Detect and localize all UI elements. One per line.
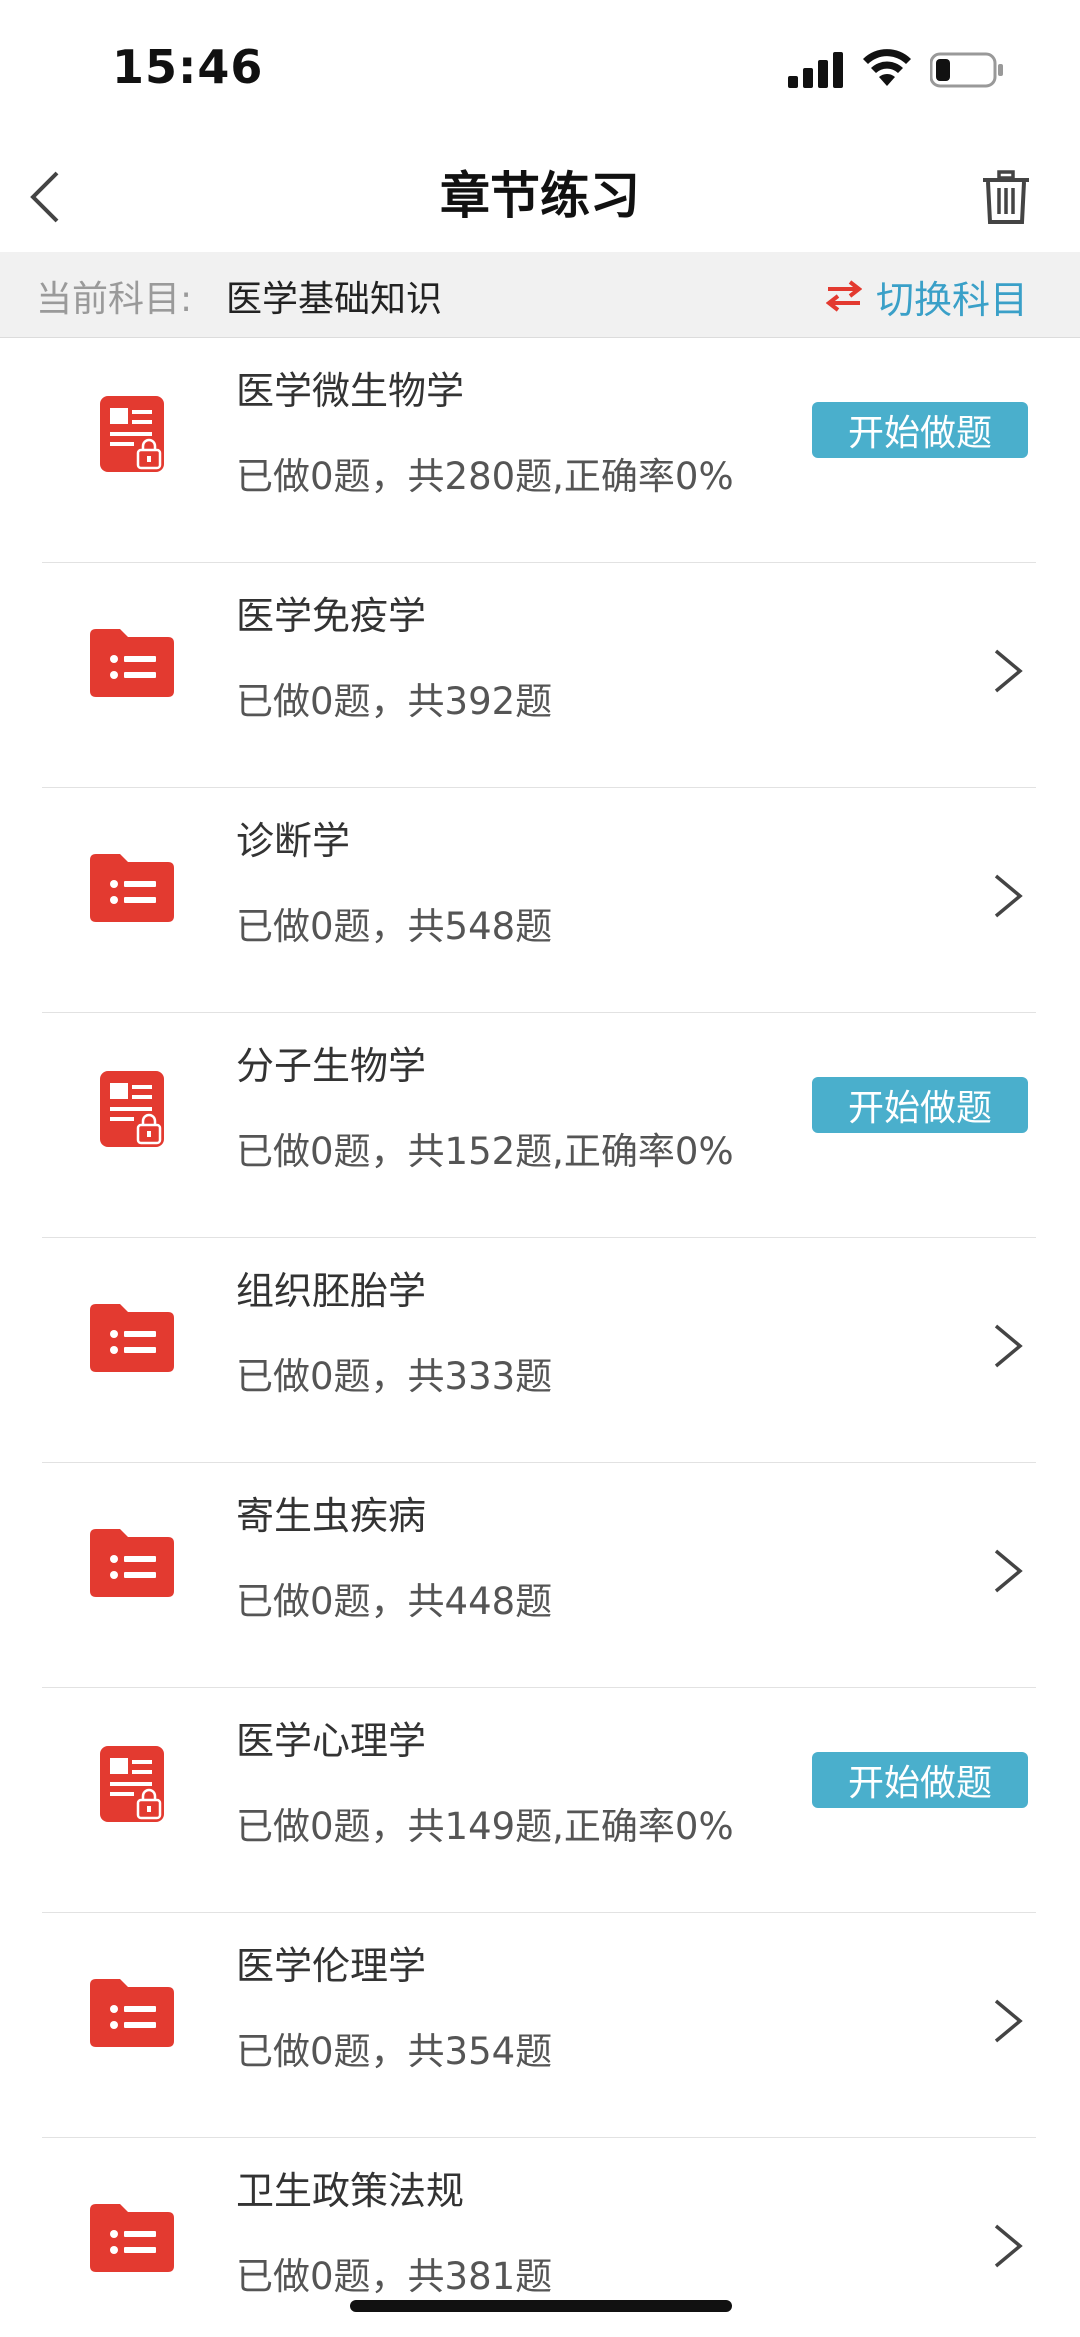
list-item[interactable]: 医学心理学 已做0题，共149题,正确率0% 开始做题 — [0, 1688, 1080, 1913]
list-item[interactable]: 组织胚胎学 已做0题，共333题 — [0, 1238, 1080, 1463]
chapter-stats: 已做0题，共152题,正确率0% — [236, 1130, 734, 1173]
status-bar: 15:46 — [0, 0, 1080, 140]
wifi-icon — [863, 49, 911, 86]
list-item[interactable]: 医学微生物学 已做0题，共280题,正确率0% 开始做题 — [0, 338, 1080, 563]
cellular-signal-icon — [788, 52, 843, 88]
chapter-title: 医学心理学 — [236, 1719, 427, 1763]
chevron-right-icon — [994, 1549, 1023, 1593]
locked-document-icon — [100, 396, 164, 472]
chapter-stats: 已做0题，共548题 — [236, 905, 553, 948]
chapter-list: 医学微生物学 已做0题，共280题,正确率0% 开始做题 医学免疫学 已做0题，… — [0, 338, 1080, 2337]
locked-document-icon — [100, 1071, 164, 1147]
subject-value: 医学基础知识 — [226, 279, 443, 320]
status-time: 15:46 — [112, 40, 264, 94]
subject-bar: 当前科目: 医学基础知识 切换科目 — [0, 252, 1080, 338]
chapter-title: 组织胚胎学 — [236, 1269, 427, 1313]
chapter-stats: 已做0题，共354题 — [236, 2030, 553, 2073]
switch-subject-label: 切换科目 — [875, 277, 1028, 322]
start-practice-button[interactable]: 开始做题 — [812, 1752, 1028, 1808]
folder-list-icon — [90, 629, 174, 697]
chapter-stats: 已做0题，共392题 — [236, 680, 553, 723]
chapter-title: 医学伦理学 — [236, 1944, 427, 1988]
page-title: 章节练习 — [440, 167, 640, 225]
list-item[interactable]: 医学免疫学 已做0题，共392题 — [0, 563, 1080, 788]
folder-list-icon — [90, 1979, 174, 2047]
chapter-stats: 已做0题，共333题 — [236, 1355, 553, 1398]
list-item[interactable]: 医学伦理学 已做0题，共354题 — [0, 1913, 1080, 2138]
chevron-right-icon — [994, 649, 1023, 693]
chapter-title: 分子生物学 — [236, 1044, 427, 1088]
list-item[interactable]: 诊断学 已做0题，共548题 — [0, 788, 1080, 1013]
chevron-right-icon — [994, 2224, 1023, 2268]
start-practice-button[interactable]: 开始做题 — [812, 1077, 1028, 1133]
list-item[interactable]: 分子生物学 已做0题，共152题,正确率0% 开始做题 — [0, 1013, 1080, 1238]
chevron-right-icon — [994, 1324, 1023, 1368]
battery-icon — [930, 52, 1003, 88]
chapter-title: 寄生虫疾病 — [236, 1494, 427, 1538]
chevron-right-icon — [994, 874, 1023, 918]
chapter-title: 医学微生物学 — [236, 369, 465, 413]
chapter-stats: 已做0题，共381题 — [236, 2255, 553, 2298]
folder-list-icon — [90, 1304, 174, 1372]
switch-subject-button[interactable]: 切换科目 — [825, 266, 1028, 326]
chapter-stats: 已做0题，共448题 — [236, 1580, 553, 1623]
subject-label: 当前科目: — [36, 279, 193, 320]
chapter-title: 医学免疫学 — [236, 594, 427, 638]
chapter-title: 卫生政策法规 — [236, 2169, 465, 2213]
chapter-title: 诊断学 — [236, 819, 351, 863]
list-item[interactable]: 寄生虫疾病 已做0题，共448题 — [0, 1463, 1080, 1688]
chapter-stats: 已做0题，共149题,正确率0% — [236, 1805, 734, 1848]
home-indicator[interactable] — [350, 2300, 732, 2312]
start-practice-button[interactable]: 开始做题 — [812, 402, 1028, 458]
chapter-stats: 已做0题，共280题,正确率0% — [236, 455, 734, 498]
trash-icon — [983, 170, 1029, 224]
nav-bar: 章节练习 — [0, 140, 1080, 252]
swap-arrows-icon — [825, 280, 862, 312]
folder-list-icon — [90, 2204, 174, 2272]
chevron-right-icon — [994, 1999, 1023, 2043]
delete-button[interactable] — [976, 162, 1036, 232]
folder-list-icon — [90, 854, 174, 922]
folder-list-icon — [90, 1529, 174, 1597]
locked-document-icon — [100, 1746, 164, 1822]
